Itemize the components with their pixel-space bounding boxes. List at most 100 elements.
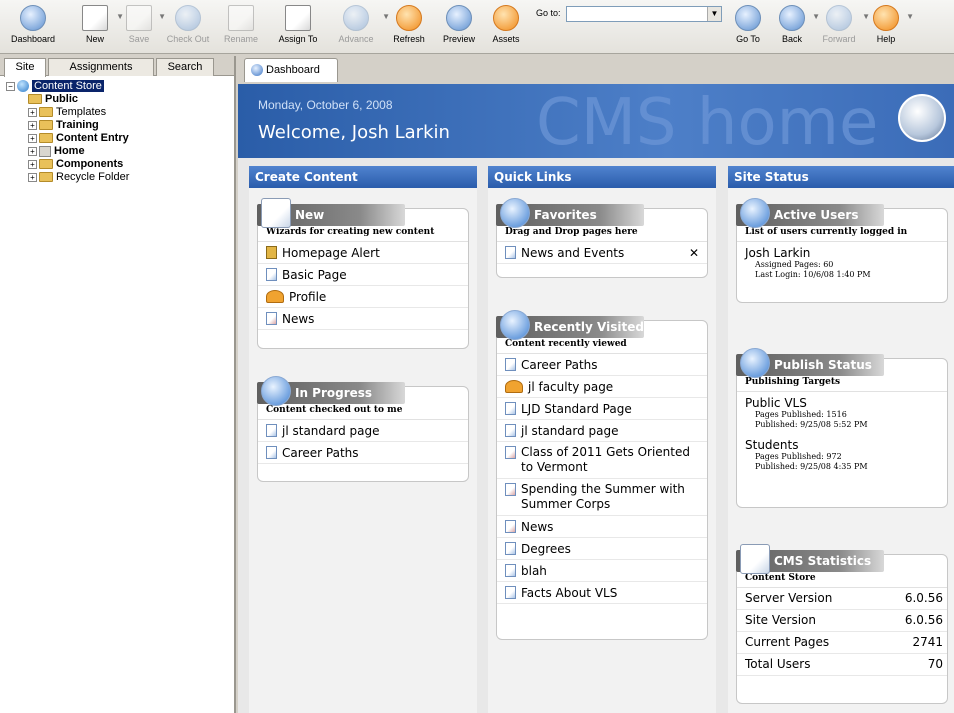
new-box-title: New xyxy=(257,198,405,228)
tab-assignments[interactable]: Assignments xyxy=(48,58,154,76)
stat-row: Current Pages 2741 xyxy=(737,632,947,654)
advance-button[interactable]: ▼ Advance xyxy=(330,3,390,51)
list-item[interactable]: Basic Page xyxy=(258,264,468,286)
tree-node-public[interactable]: Public xyxy=(6,93,234,106)
page-icon xyxy=(505,402,516,415)
expand-icon[interactable]: + xyxy=(28,107,37,117)
target-name: Students xyxy=(745,438,799,452)
list-item[interactable]: jl standard page xyxy=(497,420,707,442)
publish-status-title: Publish Status xyxy=(736,348,884,378)
tab-search[interactable]: Search xyxy=(156,58,214,76)
collapse-icon[interactable]: − xyxy=(6,81,15,91)
news-icon xyxy=(505,483,516,496)
list-item[interactable]: Homepage Alert xyxy=(258,242,468,264)
new-page-icon xyxy=(261,198,291,228)
assets-icon xyxy=(493,5,519,31)
dashboard-icon xyxy=(20,5,46,31)
folder-icon xyxy=(28,94,42,105)
tab-dashboard[interactable]: Dashboard xyxy=(244,58,338,82)
page-icon xyxy=(266,446,277,459)
cms-statistics-box: Content Store Server Version 6.0.56 Site … xyxy=(736,554,948,704)
list-item[interactable]: News xyxy=(497,516,707,538)
list-item[interactable]: jl standard page xyxy=(258,420,468,442)
target-name: Public VLS xyxy=(745,396,807,410)
new-button[interactable]: ▼ New xyxy=(74,3,124,51)
welcome-banner: CMS home Monday, October 6, 2008 Welcome… xyxy=(238,84,954,158)
target-published: Published: 9/25/08 4:35 PM xyxy=(755,462,868,471)
stat-row: Total Users 70 xyxy=(737,654,947,676)
refresh-button[interactable]: Refresh xyxy=(384,3,434,51)
site-status-header: Site Status xyxy=(728,166,954,188)
page-icon xyxy=(266,424,277,437)
forward-icon xyxy=(826,5,852,31)
assets-button[interactable]: Assets xyxy=(486,3,526,51)
expand-icon[interactable]: + xyxy=(28,133,37,143)
assign-to-button[interactable]: Assign To xyxy=(270,3,326,51)
forward-button[interactable]: ▼ Forward xyxy=(816,3,870,51)
expand-icon[interactable]: + xyxy=(28,172,37,182)
recently-visited-title: Recently Visited xyxy=(496,310,644,340)
publish-icon xyxy=(740,348,770,378)
user-icon xyxy=(505,380,523,393)
tree-node-templates[interactable]: + Templates xyxy=(6,106,234,119)
list-item[interactable]: jl faculty page xyxy=(497,376,707,398)
users-icon xyxy=(740,198,770,228)
list-item[interactable]: Spending the Summer with Summer Corps xyxy=(497,479,707,516)
list-item[interactable]: News xyxy=(258,308,468,330)
page-icon xyxy=(266,268,277,281)
help-button[interactable]: ▼ Help xyxy=(866,3,914,51)
tree-node-home[interactable]: + Home xyxy=(6,145,234,158)
rename-icon xyxy=(228,5,254,31)
list-item[interactable]: blah xyxy=(497,560,707,582)
goto-select[interactable]: ▼ xyxy=(566,6,722,22)
recently-visited-icon xyxy=(500,310,530,340)
page-icon xyxy=(505,564,516,577)
list-item[interactable]: Facts About VLS xyxy=(497,582,707,604)
tree-node-training[interactable]: + Training xyxy=(6,119,234,132)
tree-node-recycle-folder[interactable]: + Recycle Folder xyxy=(6,171,234,184)
expand-icon[interactable]: + xyxy=(28,120,37,130)
page-icon xyxy=(505,246,516,259)
tree-node-components[interactable]: + Components xyxy=(6,158,234,171)
expand-icon[interactable]: + xyxy=(28,146,37,156)
banner-date: Monday, October 6, 2008 xyxy=(258,98,393,112)
check-out-button[interactable]: Check Out xyxy=(160,3,216,51)
publish-target[interactable]: Students Pages Published: 972 Published:… xyxy=(737,434,947,476)
site-tree-panel: Site Assignments Search − Content Store P… xyxy=(0,56,236,713)
preview-button[interactable]: Preview xyxy=(434,3,484,51)
rename-button[interactable]: Rename xyxy=(218,3,264,51)
list-item[interactable]: Degrees xyxy=(497,538,707,560)
expand-icon[interactable]: + xyxy=(28,159,37,169)
list-item[interactable]: Class of 2011 Gets Oriented to Vermont xyxy=(497,442,707,479)
chevron-down-icon[interactable]: ▼ xyxy=(707,7,721,21)
tab-site[interactable]: Site xyxy=(4,58,46,77)
go-to-button[interactable]: Go To xyxy=(728,3,768,51)
alert-page-icon xyxy=(266,246,277,259)
statistics-icon xyxy=(740,544,770,574)
chevron-down-icon[interactable]: ▼ xyxy=(906,12,914,21)
target-pages: Pages Published: 1516 xyxy=(755,410,847,419)
list-item[interactable]: Profile xyxy=(258,286,468,308)
page-icon xyxy=(505,586,516,599)
list-item[interactable]: LJD Standard Page xyxy=(497,398,707,420)
publish-target[interactable]: Public VLS Pages Published: 1516 Publish… xyxy=(737,392,947,434)
preview-icon xyxy=(446,5,472,31)
user-icon xyxy=(266,290,284,303)
save-button[interactable]: ▼ Save xyxy=(120,3,166,51)
back-button[interactable]: ▼ Back xyxy=(772,3,820,51)
favorites-title: Favorites xyxy=(496,198,644,228)
quick-links-column: Quick Links Drag and Drop pages here New… xyxy=(488,166,716,713)
close-icon[interactable]: ✕ xyxy=(689,245,699,261)
advance-icon xyxy=(343,5,369,31)
assign-to-icon xyxy=(285,5,311,31)
news-icon xyxy=(505,446,516,459)
news-icon xyxy=(266,312,277,325)
list-item[interactable]: Career Paths xyxy=(258,442,468,464)
tree-node-content-store[interactable]: − Content Store xyxy=(6,80,234,93)
in-progress-icon xyxy=(261,376,291,406)
dashboard-button[interactable]: Dashboard xyxy=(2,3,64,51)
list-item[interactable]: News and Events ✕ xyxy=(497,242,707,264)
list-item[interactable]: Career Paths xyxy=(497,354,707,376)
left-tabs: Site Assignments Search xyxy=(0,56,234,77)
tree-node-content-entry[interactable]: + Content Entry xyxy=(6,132,234,145)
